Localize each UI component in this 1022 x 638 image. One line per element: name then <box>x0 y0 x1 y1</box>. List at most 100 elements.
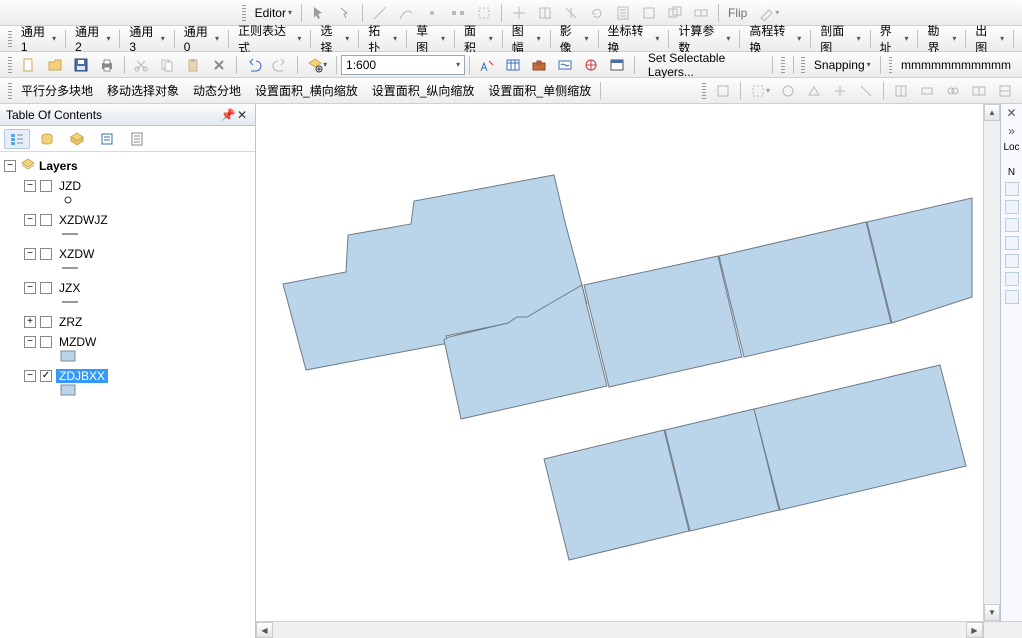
list-by-drawing-order-icon[interactable] <box>4 129 30 149</box>
dock-icon-4[interactable] <box>1005 236 1019 250</box>
expand-toggle[interactable]: − <box>24 248 36 260</box>
trace-tool-icon[interactable] <box>471 3 497 23</box>
scroll-down-icon[interactable]: ▼ <box>984 604 1000 621</box>
menu-通用3[interactable]: 通用3▾ <box>124 29 169 49</box>
horizontal-scrollbar[interactable]: ◀ ▶ <box>256 621 1022 638</box>
expand-toggle[interactable]: − <box>24 214 36 226</box>
vertical-scrollbar[interactable]: ▲ ▼ <box>983 104 1000 621</box>
expand-toggle[interactable]: − <box>24 180 36 192</box>
geo-tool-7-icon[interactable] <box>888 81 914 101</box>
geo-tool-2-icon[interactable]: ▾ <box>745 81 775 101</box>
toolbar-grip[interactable] <box>8 31 12 47</box>
paste-icon[interactable] <box>180 55 206 75</box>
layer-label[interactable]: JZX <box>56 281 83 295</box>
layer-checkbox[interactable] <box>40 214 52 226</box>
map-polygon[interactable] <box>719 222 891 357</box>
save-icon[interactable] <box>68 55 94 75</box>
new-doc-icon[interactable] <box>16 55 42 75</box>
add-data-icon[interactable]: ▾ <box>302 55 332 75</box>
menu-出图[interactable]: 出图▾ <box>970 29 1009 49</box>
geo-tool-10-icon[interactable] <box>966 81 992 101</box>
cmd-动态分地[interactable]: 动态分地 <box>188 81 246 101</box>
geo-tool-4-icon[interactable] <box>801 81 827 101</box>
geo-tool-8-icon[interactable] <box>914 81 940 101</box>
menu-图幅[interactable]: 图幅▾ <box>507 29 546 49</box>
expand-toggle[interactable]: − <box>4 160 16 172</box>
toolbar-grip[interactable] <box>801 57 805 73</box>
merge-tool-icon[interactable] <box>688 3 714 23</box>
layer-checkbox[interactable]: ✓ <box>40 370 52 382</box>
attributes-icon[interactable] <box>610 3 636 23</box>
dock-icon-1[interactable] <box>1005 182 1019 196</box>
layer-checkbox[interactable] <box>40 180 52 192</box>
map-polygon[interactable] <box>584 256 742 387</box>
toolbar-grip[interactable] <box>889 57 893 73</box>
scroll-left-icon[interactable]: ◀ <box>256 622 273 638</box>
point-tool-icon[interactable] <box>419 3 445 23</box>
layer-checkbox[interactable] <box>40 248 52 260</box>
cut-tool-icon[interactable] <box>558 3 584 23</box>
layer-checkbox[interactable] <box>40 316 52 328</box>
menu-坐标转换[interactable]: 坐标转换▾ <box>602 29 664 49</box>
copy-icon[interactable] <box>154 55 180 75</box>
editor-menu[interactable]: Editor▾ <box>250 3 297 23</box>
expand-toggle[interactable]: − <box>24 282 36 294</box>
clip-tool-icon[interactable] <box>662 3 688 23</box>
layer-label[interactable]: XZDWJZ <box>56 213 111 227</box>
toolbox-icon[interactable] <box>526 55 552 75</box>
menu-界址[interactable]: 界址▾ <box>875 29 914 49</box>
toolbar-grip[interactable] <box>702 83 706 99</box>
map-polygon[interactable] <box>544 430 689 560</box>
close-icon[interactable]: ✕ <box>235 108 249 122</box>
dock-icon-5[interactable] <box>1005 254 1019 268</box>
list-by-source-icon[interactable] <box>34 129 60 149</box>
geo-tool-3-icon[interactable] <box>775 81 801 101</box>
menu-通用2[interactable]: 通用2▾ <box>70 29 115 49</box>
sketch-props-icon[interactable] <box>636 3 662 23</box>
close-icon[interactable]: ✕ <box>1006 106 1016 120</box>
expand-toggle[interactable]: + <box>24 316 36 328</box>
snapping-menu[interactable]: Snapping▾ <box>809 55 876 75</box>
map-polygon[interactable] <box>754 365 966 510</box>
geo-tool-1-icon[interactable] <box>710 81 736 101</box>
layer-label[interactable]: JZD <box>56 179 84 193</box>
scroll-up-icon[interactable]: ▲ <box>984 104 1000 121</box>
dock-icon-6[interactable] <box>1005 272 1019 286</box>
dock-icon-7[interactable] <box>1005 290 1019 304</box>
reshape-tool-icon[interactable] <box>506 3 532 23</box>
menu-高程转换[interactable]: 高程转换▾ <box>744 29 806 49</box>
menu-面积[interactable]: 面积▾ <box>459 29 498 49</box>
window-icon[interactable] <box>604 55 630 75</box>
menu-草图[interactable]: 草图▾ <box>411 29 450 49</box>
geo-tool-11-icon[interactable] <box>992 81 1018 101</box>
layer-label[interactable]: MZDW <box>56 335 99 349</box>
edit-tool-pointer-icon[interactable] <box>306 3 332 23</box>
scale-input[interactable]: 1:600 ▾ <box>341 55 465 75</box>
redo-icon[interactable] <box>267 55 293 75</box>
arc-tool-icon[interactable] <box>393 3 419 23</box>
toolbar-grip[interactable] <box>781 57 785 73</box>
editor-toolbar-icon[interactable] <box>474 55 500 75</box>
menu-拓扑[interactable]: 拓扑▾ <box>363 29 402 49</box>
flip-menu[interactable]: Flip <box>723 3 754 23</box>
undo-icon[interactable] <box>241 55 267 75</box>
set-selectable-layers-button[interactable]: Set Selectable Layers... <box>639 55 768 75</box>
rotate-tool-icon[interactable] <box>584 3 610 23</box>
cmd-设置面积_横向缩放[interactable]: 设置面积_横向缩放 <box>250 81 363 101</box>
cmd-设置面积_纵向缩放[interactable]: 设置面积_纵向缩放 <box>367 81 480 101</box>
edit-tool-arrow-icon[interactable] <box>332 3 358 23</box>
menu-通用1[interactable]: 通用1▾ <box>16 29 61 49</box>
list-by-selection-icon[interactable] <box>94 129 120 149</box>
open-icon[interactable] <box>42 55 68 75</box>
pin-icon[interactable]: 📌 <box>221 108 235 122</box>
layer-label[interactable]: ZRZ <box>56 315 85 329</box>
delete-icon[interactable] <box>206 55 232 75</box>
print-icon[interactable] <box>94 55 120 75</box>
split-tool-icon[interactable] <box>532 3 558 23</box>
layer-label[interactable]: ZDJBXX <box>56 369 108 383</box>
mm-menu[interactable]: mmmmmmmmmmm <box>896 55 1018 75</box>
expand-icon[interactable]: » <box>1008 124 1015 138</box>
toolbar-grip[interactable] <box>8 57 12 73</box>
toolbar-grip[interactable] <box>8 83 12 99</box>
cmd-设置面积_单侧缩放[interactable]: 设置面积_单侧缩放 <box>483 81 596 101</box>
